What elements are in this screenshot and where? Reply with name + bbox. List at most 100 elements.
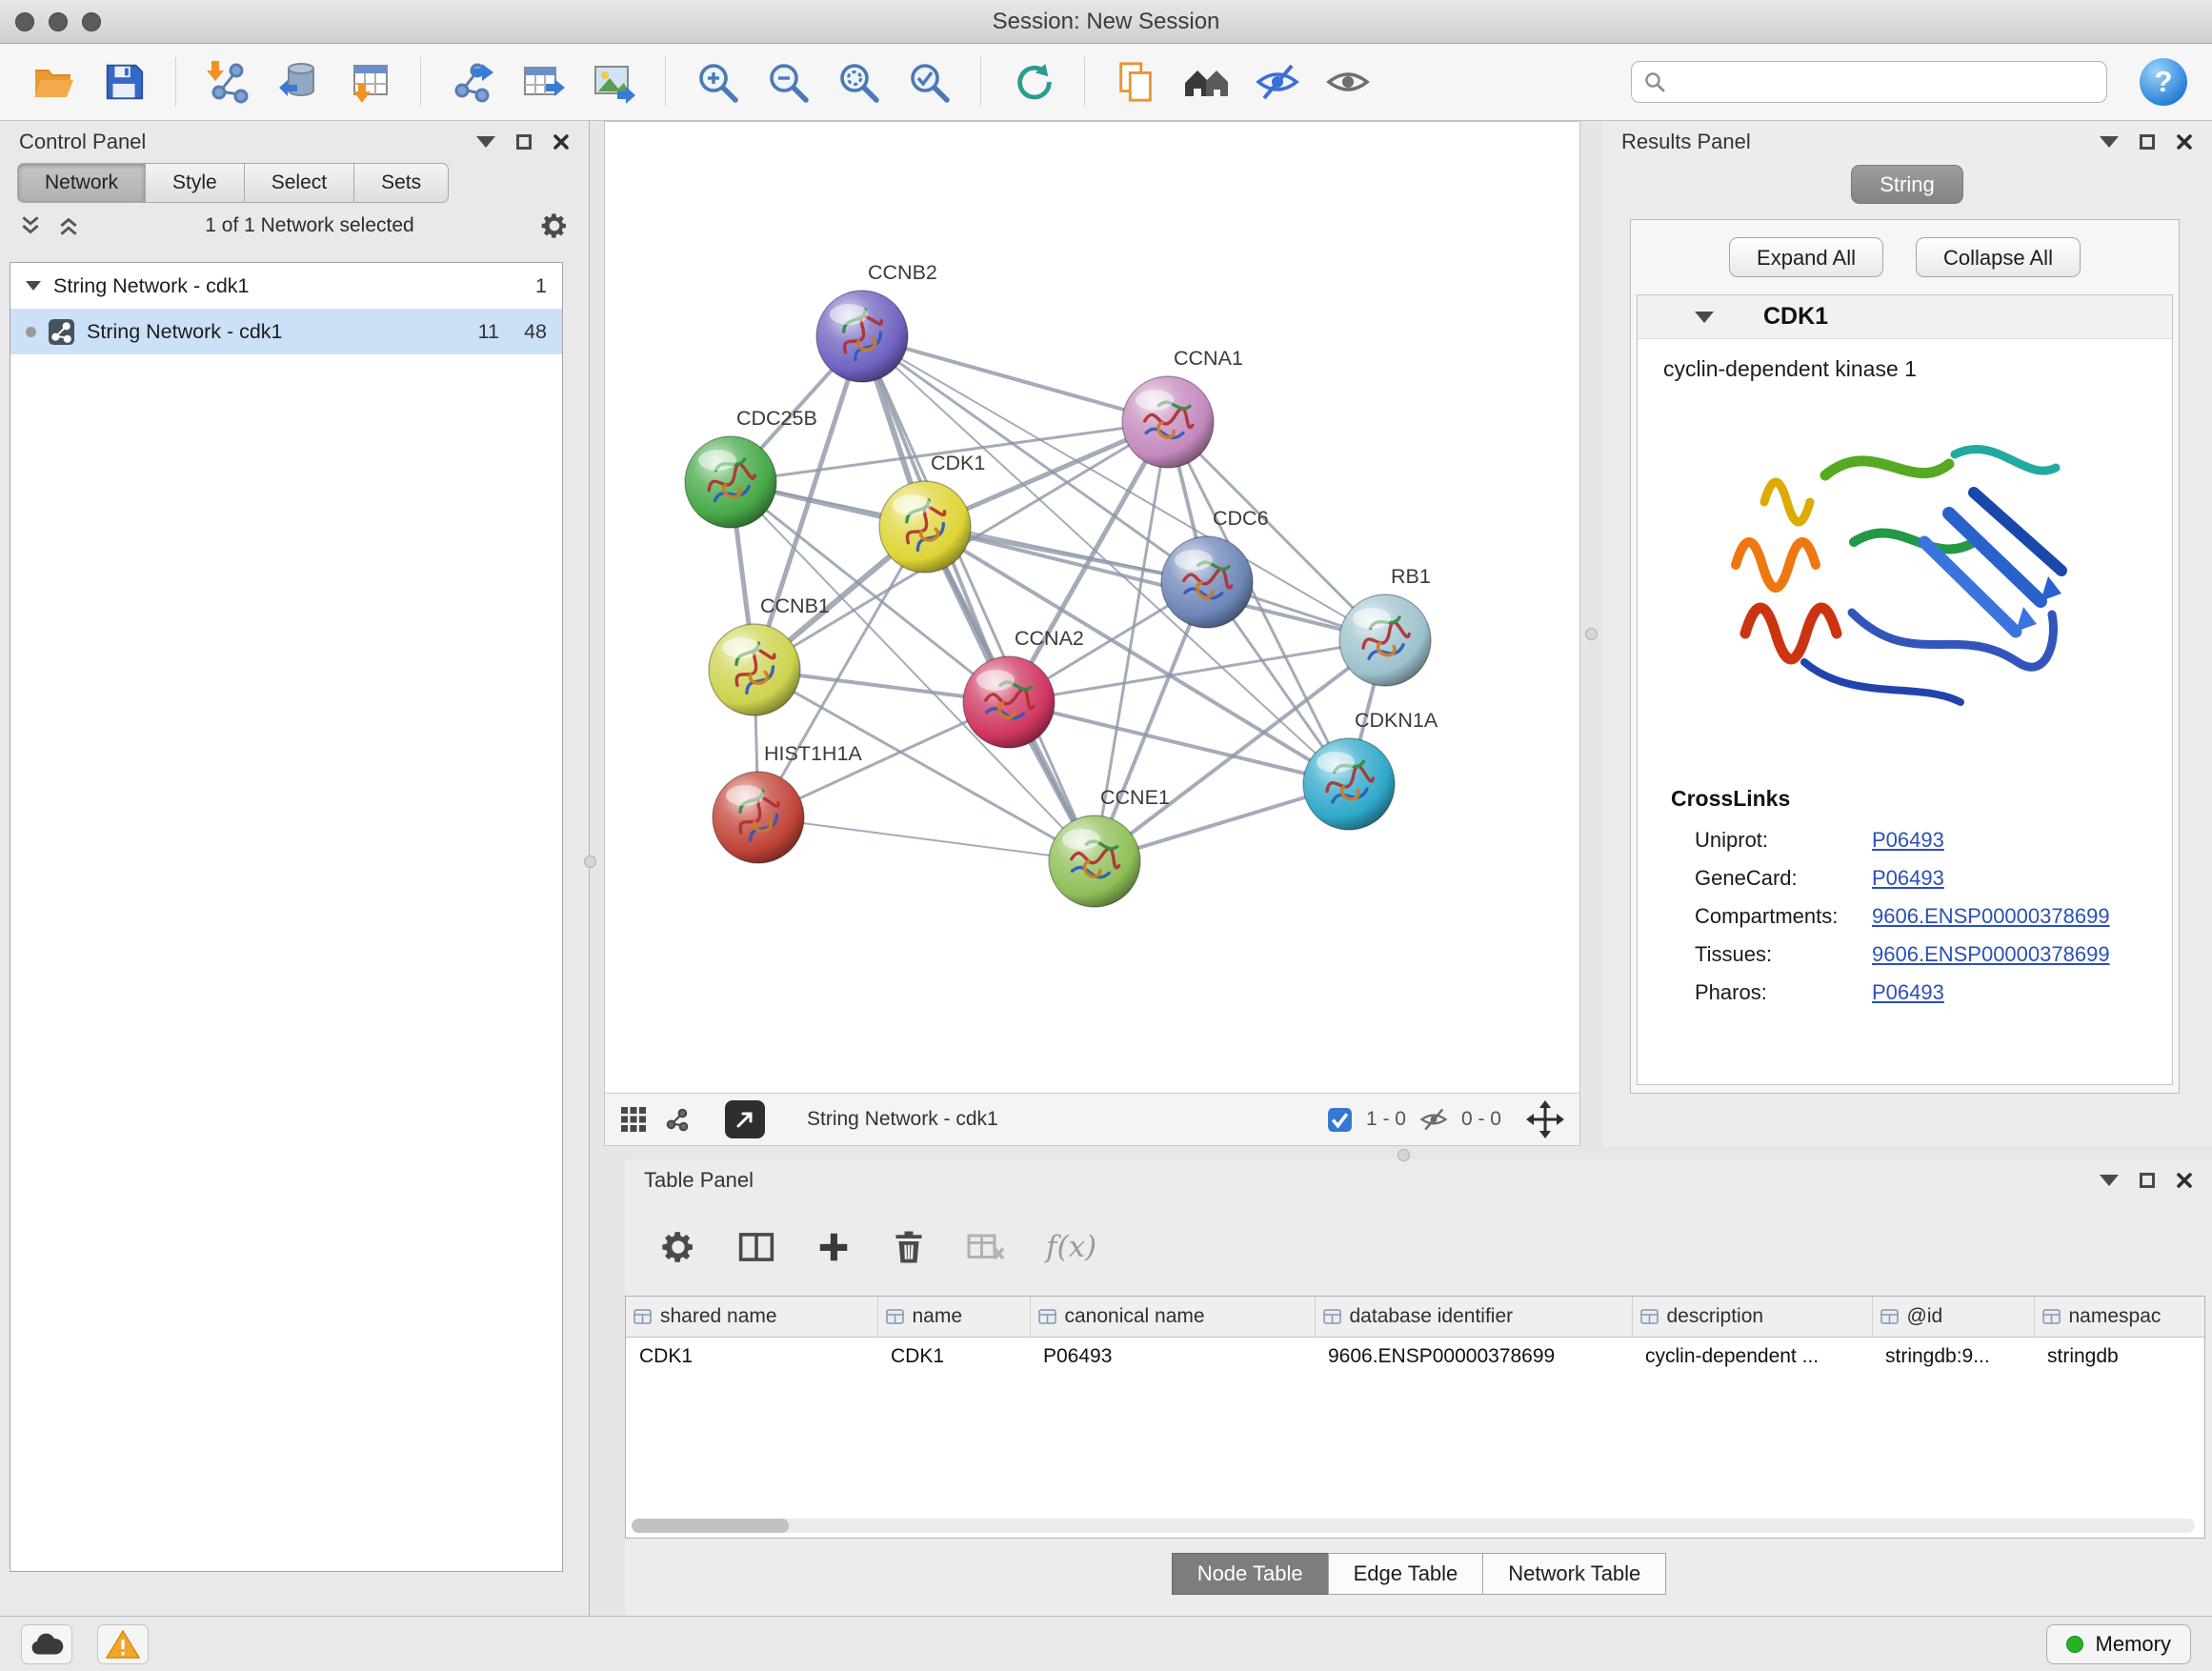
panel-close-icon[interactable] [2176,1172,2193,1189]
table-horizontal-scrollbar[interactable] [632,1519,2195,1533]
table-gear-icon[interactable] [659,1228,697,1266]
scrollbar-thumb[interactable] [632,1519,789,1533]
network-collection-row[interactable]: String Network - cdk1 1 [10,263,562,309]
gene-panel-header[interactable]: CDK1 [1638,295,2172,339]
zoom-fit-button[interactable] [830,53,887,111]
network-node-CCNA2[interactable] [963,656,1055,748]
cloud-button[interactable] [21,1624,72,1664]
pan-move-icon[interactable] [1526,1100,1564,1138]
tab-network-table[interactable]: Network Table [1482,1553,1666,1595]
zoom-out-button[interactable] [759,53,816,111]
column-header-canonical-name[interactable]: canonical name [1030,1297,1315,1337]
panel-menu-icon[interactable] [2100,1175,2119,1186]
network-canvas-area[interactable]: CCNB2CCNA1CDC25BCDK1CDC6RB1CCNB1CCNA2CDK… [605,122,1579,1093]
import-network-database-button[interactable] [270,53,327,111]
network-row[interactable]: String Network - cdk1 11 48 [10,309,562,354]
network-edge-CCNA2-CDKN1A[interactable] [1009,702,1349,784]
panel-float-icon[interactable] [516,134,532,150]
memory-button[interactable]: Memory [2046,1624,2191,1664]
network-node-CCNE1[interactable] [1049,815,1140,907]
clear-table-icon[interactable] [966,1231,1006,1263]
expand-all-button[interactable]: Expand All [1729,237,1883,277]
panel-close-icon[interactable] [2176,133,2193,151]
window-minimize-button[interactable] [49,12,68,31]
crosslink-link[interactable]: 9606.ENSP00000378699 [1872,942,2110,967]
warnings-button[interactable] [97,1624,149,1664]
tab-edge-table[interactable]: Edge Table [1328,1553,1484,1595]
open-session-button[interactable] [25,53,82,111]
crosslink-link[interactable]: 9606.ENSP00000378699 [1872,904,2110,929]
table-cell[interactable]: stringdb:9... [1872,1337,2034,1377]
hide-selected-button[interactable] [1249,53,1306,111]
panel-close-icon[interactable] [553,133,570,151]
window-zoom-button[interactable] [82,12,101,31]
crosslink-link[interactable]: P06493 [1872,866,1944,891]
column-header--id[interactable]: @id [1872,1297,2034,1337]
network-node-CCNA1[interactable] [1122,376,1214,468]
export-table-button[interactable] [514,53,572,111]
search-input[interactable] [1676,70,2095,93]
column-header-database-identifier[interactable]: database identifier [1315,1297,1632,1337]
network-node-HIST1H1A[interactable] [713,772,804,863]
table-cell[interactable]: cyclin-dependent ... [1632,1337,1872,1377]
add-column-icon[interactable] [815,1229,852,1265]
crosslink-link[interactable]: P06493 [1872,828,1944,853]
tab-network[interactable]: Network [17,163,146,203]
network-edge-HIST1H1A-CCNE1[interactable] [758,817,1095,861]
column-header-description[interactable]: description [1632,1297,1872,1337]
network-node-RB1[interactable] [1339,594,1431,686]
panel-float-icon[interactable] [2140,134,2155,150]
export-image-button[interactable] [585,53,642,111]
column-header-name[interactable]: name [877,1297,1030,1337]
save-session-button[interactable] [95,53,152,111]
export-network-button[interactable] [444,53,501,111]
zoom-in-button[interactable] [689,53,746,111]
table-cell[interactable]: 9606.ENSP00000378699 [1315,1337,1632,1377]
table-cell[interactable]: stringdb [2034,1337,2205,1377]
birdseye-icon[interactable] [620,1106,647,1133]
column-header-namespac[interactable]: namespac [2034,1297,2205,1337]
network-edge-CCNB2-CCNE1[interactable] [862,336,1095,861]
network-node-CDK1[interactable] [879,481,971,573]
import-network-file-button[interactable] [199,53,256,111]
network-node-CCNB2[interactable] [816,291,908,382]
tab-string[interactable]: String [1851,165,1963,204]
collapse-all-icon[interactable] [19,215,42,236]
zoom-selected-button[interactable] [900,53,957,111]
network-node-CDKN1A[interactable] [1303,738,1395,830]
search-box[interactable] [1631,61,2107,103]
tab-node-table[interactable]: Node Table [1172,1553,1329,1595]
gene-collapse-icon[interactable] [1695,312,1714,323]
panel-menu-icon[interactable] [2100,136,2119,148]
tab-select[interactable]: Select [244,163,354,203]
hidden-eye-icon[interactable] [1419,1105,1448,1134]
expand-all-icon[interactable] [57,215,80,236]
table-cell[interactable]: CDK1 [877,1337,1030,1377]
gear-icon[interactable] [539,211,570,241]
splitter-handle[interactable] [1398,1149,1410,1161]
tab-style[interactable]: Style [145,163,245,203]
network-node-CCNB1[interactable] [709,624,800,715]
table-cell[interactable]: CDK1 [626,1337,877,1377]
show-columns-icon[interactable] [737,1230,775,1264]
table-cell[interactable]: P06493 [1030,1337,1315,1377]
selected-checkbox-icon[interactable] [1327,1107,1353,1133]
window-close-button[interactable] [15,12,34,31]
collapse-all-button[interactable]: Collapse All [1916,237,2081,277]
home-button[interactable] [1178,53,1236,111]
crosslink-link[interactable]: P06493 [1872,980,1944,1005]
delete-column-icon[interactable] [892,1228,926,1266]
help-button[interactable]: ? [2140,58,2187,106]
open-external-button[interactable] [725,1100,765,1138]
network-canvas[interactable]: CCNB2CCNA1CDC25BCDK1CDC6RB1CCNB1CCNA2CDK… [605,122,1579,1093]
panel-menu-icon[interactable] [476,136,495,148]
panel-float-icon[interactable] [2140,1173,2155,1188]
network-node-CDC25B[interactable] [685,436,776,528]
function-builder-button[interactable]: f(x) [1046,1230,1096,1264]
clone-network-button[interactable] [1108,53,1165,111]
network-share-icon[interactable] [664,1106,691,1133]
column-header-shared-name[interactable]: shared name [626,1297,877,1337]
splitter-handle[interactable] [584,856,596,868]
refresh-button[interactable] [1004,53,1061,111]
splitter-handle[interactable] [1585,628,1598,640]
